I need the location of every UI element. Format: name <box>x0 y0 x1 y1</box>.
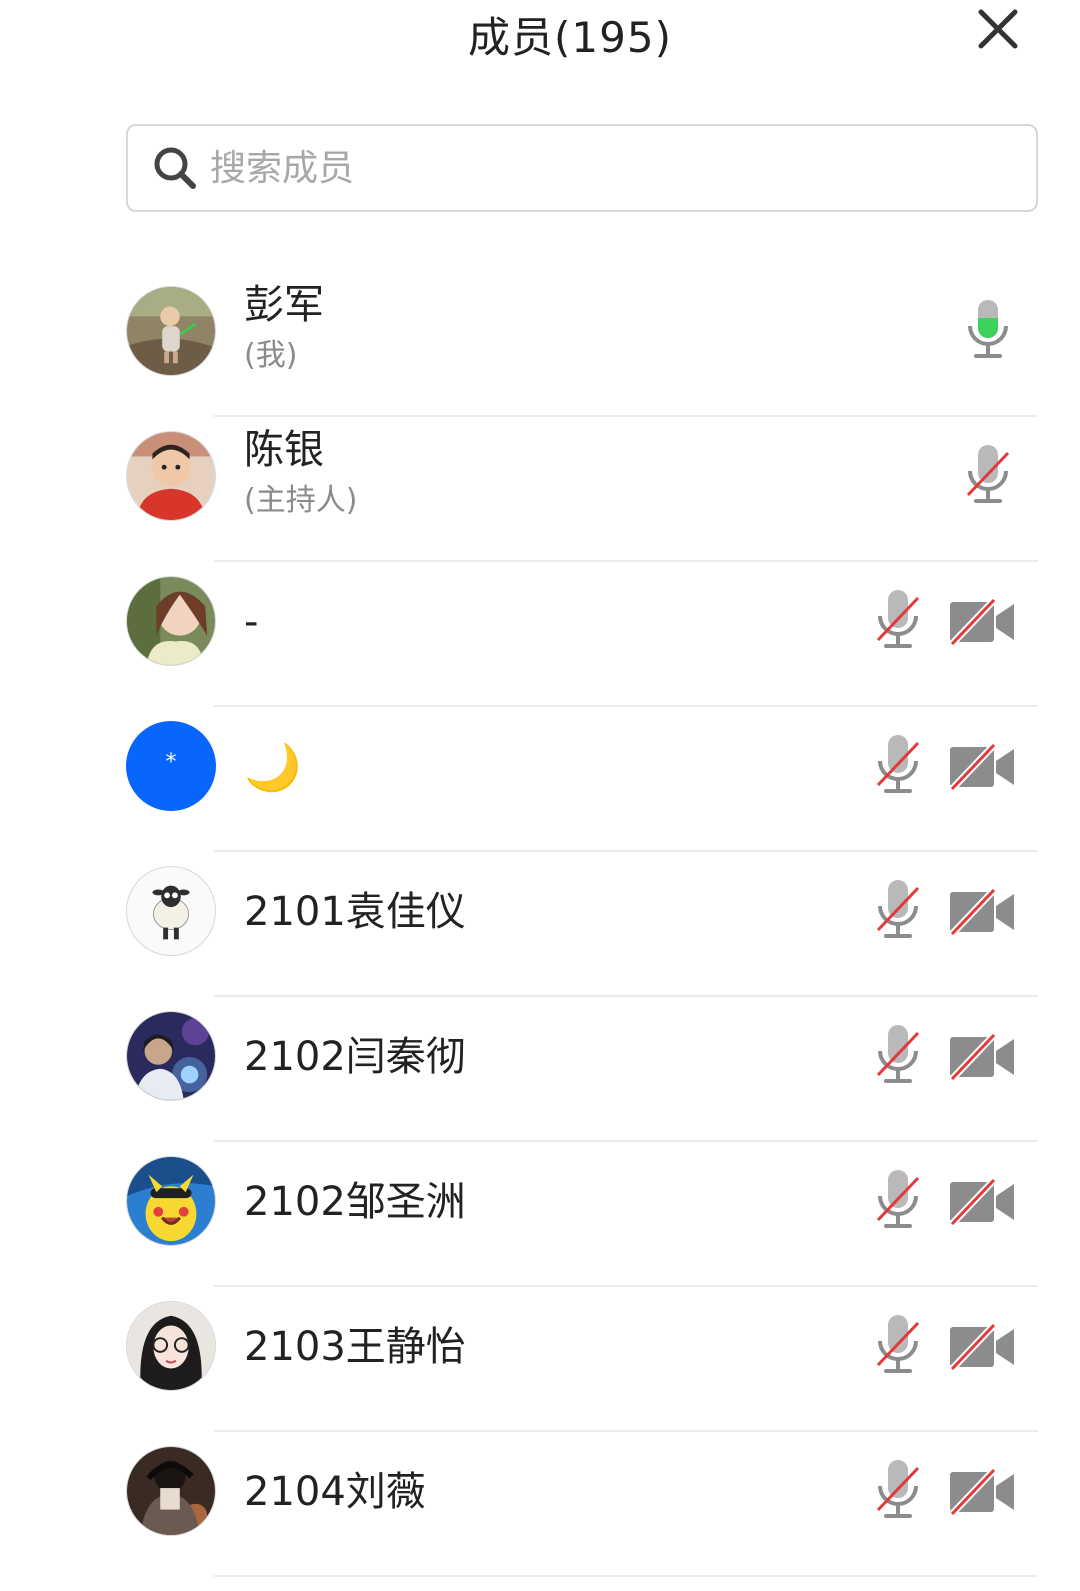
microphone-muted-icon <box>876 735 920 793</box>
search-icon <box>154 147 196 189</box>
list-item[interactable]: 2102邹圣洲 <box>0 1142 1080 1287</box>
member-name-block: 2101袁佳仪 <box>244 887 466 1007</box>
member-name-block: - <box>244 597 258 717</box>
mic-toggle[interactable] <box>868 1166 928 1236</box>
camera-off-icon <box>949 1467 1014 1517</box>
member-name: 2104刘薇 <box>244 1469 426 1515</box>
avatar <box>126 1156 216 1246</box>
mic-toggle[interactable] <box>868 876 928 946</box>
avatar <box>126 1446 216 1536</box>
member-role: (我) <box>244 338 298 373</box>
camera-off-icon <box>949 1177 1014 1227</box>
page-title: 成员(195) <box>468 13 672 62</box>
camera-toggle[interactable] <box>948 886 1020 938</box>
camera-toggle[interactable] <box>948 1466 1020 1518</box>
camera-off-icon <box>949 1032 1014 1082</box>
avatar <box>126 1011 216 1101</box>
member-name-block: 🌙 <box>244 742 301 862</box>
avatar <box>126 576 216 666</box>
member-name-block: 2104刘薇 <box>244 1467 426 1587</box>
camera-toggle[interactable] <box>948 596 1020 648</box>
mic-toggle[interactable] <box>958 296 1018 366</box>
member-name: 2101袁佳仪 <box>244 889 466 935</box>
camera-toggle[interactable] <box>948 1031 1020 1083</box>
list-item[interactable]: 2103王静怡 <box>0 1287 1080 1432</box>
microphone-muted-icon <box>876 880 920 938</box>
member-name: 彭军 <box>244 282 324 328</box>
camera-off-icon <box>949 1322 1014 1372</box>
member-name-block: 陈银 (主持人) <box>244 425 357 545</box>
camera-toggle[interactable] <box>948 741 1020 793</box>
avatar-initial: * <box>165 749 177 775</box>
member-name-block: 2102邹圣洲 <box>244 1177 466 1297</box>
avatar <box>126 286 216 376</box>
header: 成员(195) <box>0 0 1080 70</box>
microphone-muted-icon <box>876 1315 920 1373</box>
list-item[interactable]: - <box>0 562 1080 707</box>
microphone-muted-icon <box>876 1025 920 1083</box>
list-item[interactable]: * 🌙 <box>0 707 1080 852</box>
mic-toggle[interactable] <box>958 441 1018 511</box>
members-panel: 成员(195) 搜索成员 彭军 (我) 陈银 (主持人) - * 🌙 2101袁… <box>0 0 1080 1591</box>
close-icon <box>978 9 1018 49</box>
mic-toggle[interactable] <box>868 586 928 656</box>
mic-toggle[interactable] <box>868 1311 928 1381</box>
member-list: 彭军 (我) 陈银 (主持人) - * 🌙 2101袁佳仪 2102闫秦彻 21… <box>0 272 1080 1577</box>
member-name-block: 2103王静怡 <box>244 1322 466 1442</box>
avatar <box>126 431 216 521</box>
list-item[interactable]: 彭军 (我) <box>0 272 1080 417</box>
member-role: (主持人) <box>244 483 358 518</box>
member-name: 2103王静怡 <box>244 1324 466 1370</box>
member-name-block: 2102闫秦彻 <box>244 1032 466 1152</box>
search-box[interactable] <box>126 124 1038 212</box>
member-name-block: 彭军 (我) <box>244 280 324 400</box>
microphone-muted-icon <box>966 445 1010 503</box>
avatar <box>126 866 216 956</box>
microphone-muted-icon <box>876 1170 920 1228</box>
camera-off-icon <box>949 887 1014 937</box>
microphone-muted-icon <box>876 1460 920 1518</box>
member-name: 🌙 <box>244 740 302 794</box>
list-item[interactable]: 2102闫秦彻 <box>0 997 1080 1142</box>
member-name: 2102闫秦彻 <box>244 1034 466 1080</box>
microphone-muted-icon <box>876 590 920 648</box>
search-input[interactable] <box>210 128 1036 208</box>
mic-toggle[interactable] <box>868 731 928 801</box>
mic-toggle[interactable] <box>868 1021 928 1091</box>
avatar: * <box>126 721 216 811</box>
camera-off-icon <box>949 742 1014 792</box>
avatar <box>126 1301 216 1391</box>
mic-toggle[interactable] <box>868 1456 928 1526</box>
close-button[interactable] <box>975 6 1021 52</box>
list-item[interactable]: 2104刘薇 <box>0 1432 1080 1577</box>
microphone-active-icon <box>968 300 1008 358</box>
member-name: 陈银 <box>244 427 324 473</box>
list-item[interactable]: 陈银 (主持人) <box>0 417 1080 562</box>
camera-toggle[interactable] <box>948 1321 1020 1373</box>
member-name: - <box>244 599 259 645</box>
member-name: 2102邹圣洲 <box>244 1179 466 1225</box>
camera-toggle[interactable] <box>948 1176 1020 1228</box>
list-item[interactable]: 2101袁佳仪 <box>0 852 1080 997</box>
camera-off-icon <box>949 597 1014 647</box>
